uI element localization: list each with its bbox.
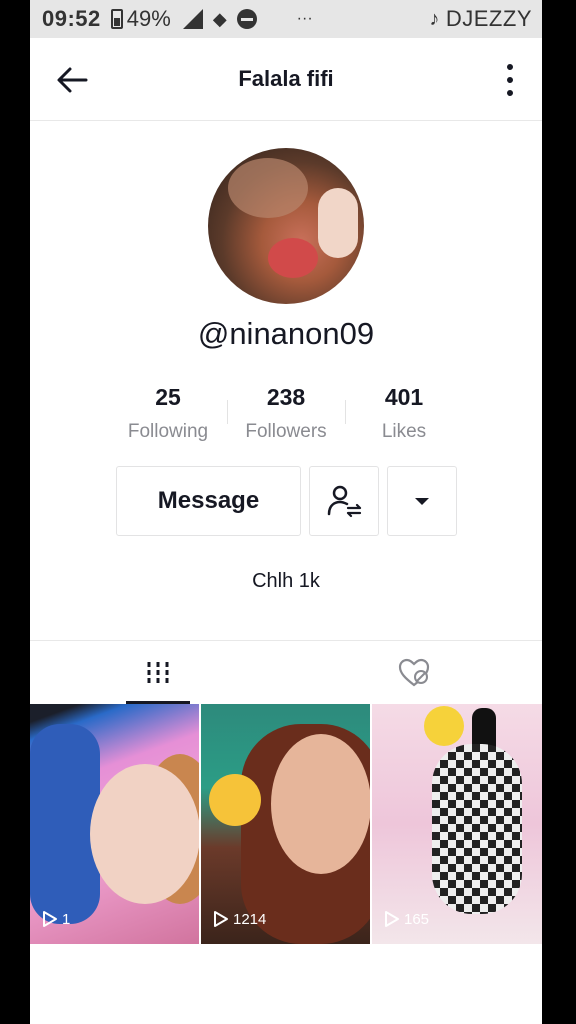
stat-value: 238 <box>266 384 306 410</box>
more-dot <box>507 90 513 96</box>
heart-hidden-icon <box>398 658 430 687</box>
play-icon <box>43 911 57 927</box>
suggested-accounts-dropdown[interactable] <box>387 466 457 536</box>
video-grid: 1 1214 165 <box>30 704 542 944</box>
play-icon <box>385 911 399 927</box>
view-count-value: 165 <box>404 910 430 928</box>
video-thumbnail[interactable]: 1 <box>30 704 199 944</box>
more-dot <box>507 64 513 70</box>
stat-value: 25 <box>155 384 181 410</box>
profile-stats: 25 Following 238 Followers 401 Likes <box>109 380 463 444</box>
wifi-icon: ◆ <box>212 8 227 29</box>
more-notifications: ··· <box>296 10 313 27</box>
page-title: Falala fifi <box>238 66 334 91</box>
view-count-value: 1214 <box>233 910 267 928</box>
status-time: 09:52 <box>42 6 101 31</box>
stat-label: Following <box>127 421 209 442</box>
view-count: 1 <box>42 910 70 928</box>
battery-indicator: 49% <box>110 6 171 32</box>
bio: Chlh 1k <box>252 570 320 592</box>
grid-icon <box>147 662 169 684</box>
do-not-disturb-icon <box>236 9 257 29</box>
tab-videos[interactable] <box>30 641 286 705</box>
top-bar: Falala fifi <box>30 38 542 121</box>
stat-likes: 401 Likes <box>345 380 463 444</box>
view-count-value: 1 <box>62 910 71 928</box>
video-thumbnail[interactable]: 165 <box>372 704 542 944</box>
more-options-button[interactable] <box>504 64 516 96</box>
profile-actions: Message <box>116 466 457 536</box>
view-count: 165 <box>384 910 429 928</box>
stat-followers[interactable]: 238 Followers <box>227 380 345 444</box>
username: @ninanon09 <box>197 316 375 351</box>
battery-icon <box>110 9 123 29</box>
play-icon <box>214 911 228 927</box>
stat-following[interactable]: 25 Following <box>109 380 227 444</box>
view-count: 1214 <box>213 910 266 928</box>
tiktok-icon: ♪ <box>429 7 440 30</box>
video-thumbnail[interactable]: 1214 <box>201 704 370 944</box>
more-dot <box>507 77 513 83</box>
user-follow-swap-icon <box>327 485 362 518</box>
status-bar: 09:52 49% ◆ ··· ♪ DJEZZY <box>30 0 542 38</box>
carrier: ♪ DJEZZY <box>429 6 532 32</box>
message-button[interactable]: Message <box>116 466 301 536</box>
phone-screen: 09:52 49% ◆ ··· ♪ DJEZZY Falala fifi @ni… <box>30 0 542 1024</box>
stat-label: Likes <box>381 421 427 442</box>
stat-value: 401 <box>384 384 424 410</box>
tab-liked[interactable] <box>286 641 542 705</box>
caret-down-icon <box>415 497 429 505</box>
stat-label: Followers <box>245 421 327 442</box>
carrier-name: DJEZZY <box>445 6 532 31</box>
battery-percent: 49% <box>126 6 171 31</box>
following-status-button[interactable] <box>309 466 379 536</box>
signal-icon <box>182 9 203 29</box>
avatar[interactable] <box>208 148 364 304</box>
profile-tabs <box>30 640 542 705</box>
